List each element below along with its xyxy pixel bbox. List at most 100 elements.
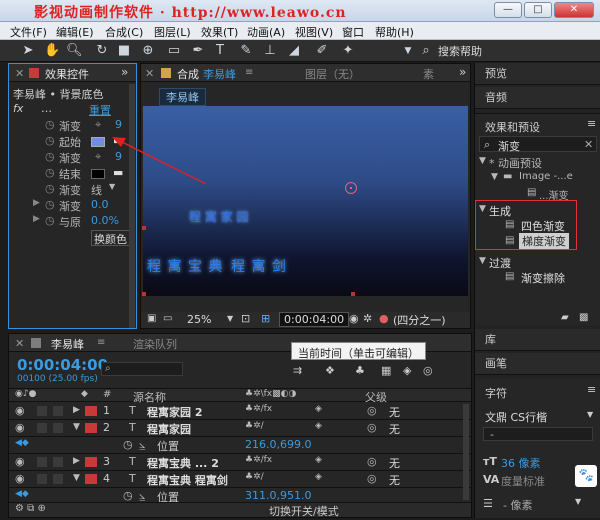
layer-name[interactable]: 程寓家园 2 [147,404,202,420]
always-preview-icon[interactable]: ▣ [147,313,156,324]
collapse-triangle-icon[interactable]: ▼ [73,422,80,432]
hide-shy-icon[interactable]: ♣ [355,364,365,377]
monitor-icon[interactable]: ▭ [163,313,172,324]
panel-brush[interactable]: 画笔 [475,353,600,375]
lock-toggle[interactable] [53,406,63,416]
panel-menu-icon[interactable]: ≡ [587,117,596,130]
draft-3d-icon[interactable]: ❖ [325,364,335,377]
rectangle-tool-icon[interactable]: ▭ [166,43,182,59]
resolution-dropdown[interactable]: (四分之一) [393,312,446,328]
roto-brush-tool-icon[interactable]: ✐ [314,43,330,59]
stopwatch-icon[interactable]: ◷ [123,438,133,451]
expand-triangle-icon[interactable]: ▼ [479,204,486,214]
tab-footage[interactable]: 素 [423,66,434,82]
timecode-field[interactable]: 0:00:04:00 [279,312,350,327]
adjustment-icon[interactable]: ◈ [315,421,322,431]
tree-item-image-folder[interactable]: Image -...e [519,171,573,182]
clone-stamp-tool-icon[interactable]: ⊥ [262,43,278,59]
pan-behind-tool-icon[interactable]: ⊕ [140,43,156,59]
expand-triangle-icon[interactable]: ▶ [33,198,40,214]
safe-area-icon[interactable]: ⊞ [261,312,270,325]
toggle-switches-modes-button[interactable]: 切换开关/模式 [269,503,339,519]
workspace-dropdown-icon[interactable]: ▼ [400,43,416,59]
chevron-down-icon[interactable]: ▼ [575,497,581,506]
stopwatch-icon[interactable]: ◷ [45,214,55,230]
comp-mini-flowchart-icon[interactable]: ⇉ [293,364,302,377]
table-row[interactable]: ◉ ▼ 4 T 程寓宝典 程寓剑 ♣✲/ ◈ ◎ 无 [9,471,471,487]
expand-triangle-icon[interactable]: ▼ [479,156,486,166]
tab-render-queue[interactable]: 渲染队列 [133,336,177,352]
expand-triangle-icon[interactable]: ▶ [33,214,40,230]
color-channels-icon[interactable]: ● [379,312,389,325]
tab-timeline-comp[interactable]: 李易峰 [51,336,84,352]
font-size-value[interactable]: 36 像素 [501,455,541,471]
pick-whip-icon[interactable]: ◎ [367,404,377,417]
menu-view[interactable]: 视图(V) [295,24,333,40]
stroke-width-value[interactable]: - 像素 [503,497,532,513]
eye-icon[interactable]: ◉ [15,404,25,417]
close-panel-icon[interactable]: ✕ [145,67,154,80]
label-color-swatch[interactable] [85,474,97,484]
menu-edit[interactable]: 编辑(E) [56,24,94,40]
eye-icon[interactable]: ◉ [15,472,25,485]
menu-composition[interactable]: 合成(C) [105,24,143,40]
layer-switches-icon[interactable]: ♣✲/ [245,472,264,482]
maximize-button[interactable]: □ [524,2,552,18]
menu-layer[interactable]: 图层(L) [154,24,191,40]
tab-composition-prefix[interactable]: 合成 [177,66,199,82]
font-family-dropdown[interactable]: 文鼎 CS行楷 [485,409,547,425]
graph-icon[interactable]: ⦥ [139,489,145,503]
font-style-dropdown[interactable]: - [483,427,593,441]
canvas-text-bottom-left[interactable]: 程 寓 宝 典 [147,256,223,276]
tree-item-gradient-ramp[interactable]: 梯度渐变 [519,233,569,249]
label-color-swatch[interactable] [85,423,97,433]
parent-dropdown[interactable]: 无 [389,421,400,437]
eye-icon[interactable]: ◉ [15,421,25,434]
menu-icon[interactable]: ≡ [245,67,253,78]
solo-toggle[interactable] [37,457,47,467]
expand-triangle-icon[interactable]: ▶ [73,405,80,415]
stopwatch-icon[interactable]: ◷ [45,182,55,198]
scrollbar[interactable] [129,84,135,328]
stopwatch-icon[interactable]: ◷ [45,150,55,166]
keyframe-nav-icon[interactable]: ◀◆ [15,438,29,448]
puppet-pin-tool-icon[interactable]: ✦ [340,43,356,59]
show-snapshot-icon[interactable]: ✲ [363,312,372,325]
effects-search-field[interactable]: ⌕ 渐变 ✕ [479,136,597,153]
layer-name[interactable]: 程寓宝典 ... 2 [147,455,219,471]
property-value[interactable]: 311.0,951.0 [245,489,311,502]
layer-name[interactable]: 程寓宝典 程寓剑 [147,472,228,488]
pick-whip-icon[interactable]: ◎ [367,421,377,434]
menu-file[interactable]: 文件(F) [10,24,47,40]
keyframe-nav-icon[interactable]: ◀◆ [15,489,29,499]
clear-search-icon[interactable]: ✕ [584,138,593,151]
stopwatch-icon[interactable]: ◷ [45,198,55,214]
panel-menu-icon[interactable]: ≡ [587,383,596,396]
canvas-text-bottom-right[interactable]: 程 寓 剑 [231,256,287,276]
new-folder-icon[interactable]: ▰ [561,312,569,323]
panel-library[interactable]: 库 [475,329,600,351]
menu-effect[interactable]: 效果(T) [201,24,238,40]
camera-snapshot-icon[interactable]: ◉ [349,312,359,325]
layer-switches-icon[interactable]: ♣✲/fx [245,455,272,465]
lock-toggle[interactable] [53,457,63,467]
menu-help[interactable]: 帮助(H) [375,24,414,40]
eye-icon[interactable]: ◉ [15,455,25,468]
fx-icon[interactable]: fx [13,102,23,118]
table-row[interactable]: ◉ ▶ 3 T 程寓宝典 ... 2 ♣✲/fx ◈ ◎ 无 [9,454,471,470]
zoom-dropdown[interactable]: 25% [187,313,211,326]
reset-link[interactable]: 重置 [89,102,111,118]
brush-tool-icon[interactable]: ✎ [238,43,254,59]
prop-value[interactable]: 0.0 [91,198,109,214]
graph-icon[interactable]: ⦥ [139,438,145,452]
paw-icon[interactable]: 🐾︎ [575,465,597,487]
minimize-button[interactable]: — [494,2,522,18]
composition-chip[interactable]: 李易峰 [159,88,206,106]
rotate-tool-icon[interactable]: ↻ [94,43,110,59]
layer-handle-bottom[interactable] [351,292,355,296]
solo-toggle[interactable] [37,474,47,484]
motion-blur-icon[interactable]: ◈ [403,364,411,377]
label-color-swatch[interactable] [85,457,97,467]
panel-overflow-icon[interactable]: » [459,65,466,79]
selection-tool-icon[interactable]: ➤ [20,43,36,59]
